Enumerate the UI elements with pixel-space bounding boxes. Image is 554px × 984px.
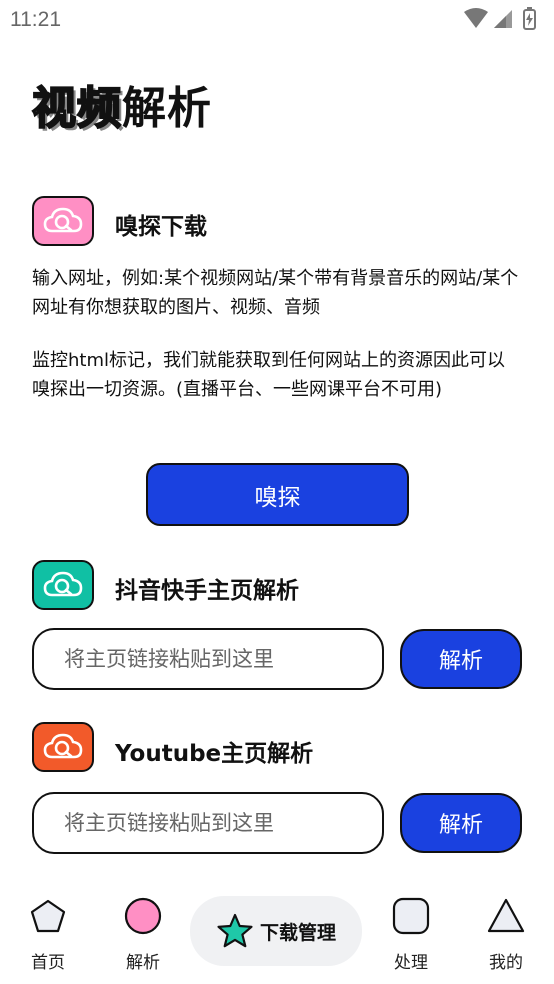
- cloud-search-icon: [32, 560, 94, 610]
- page-title-outline: 视频: [31, 82, 122, 135]
- status-icons: [462, 6, 542, 32]
- rounded-square-icon: [391, 896, 431, 936]
- page-title-solid: 解析: [122, 83, 212, 134]
- cloud-search-icon: [32, 722, 94, 772]
- bottom-navigation: 首页 解析 下载管理 处理 我的: [0, 880, 554, 984]
- nav-download-manager[interactable]: 下载管理: [190, 896, 362, 966]
- circle-icon: [123, 896, 163, 936]
- sniff-description-1: 输入网址，例如:某个视频网站/某个带有背景音乐的网站/某个网址有你想获取的图片、…: [32, 268, 519, 318]
- sniff-description-2: 监控html标记，我们就能获取到任何网站上的资源因此可以嗅探出一切资源。(直播平…: [32, 350, 505, 400]
- pentagon-icon: [29, 896, 67, 936]
- douyin-url-input[interactable]: [62, 646, 382, 672]
- nav-home-label: 首页: [31, 953, 65, 973]
- nav-parse[interactable]: 解析: [103, 880, 183, 980]
- nav-download-label: 下载管理: [259, 921, 336, 944]
- battery-icon: [523, 7, 536, 30]
- status-time: 11:21: [10, 8, 61, 31]
- signal-icon: [494, 10, 512, 28]
- nav-process-label: 处理: [394, 953, 428, 973]
- douyin-url-input-box[interactable]: [32, 628, 384, 690]
- douyin-section-title: 抖音快手主页解析: [115, 578, 299, 604]
- youtube-section-title: Youtube主页解析: [115, 741, 314, 767]
- star-icon: [216, 913, 254, 949]
- nav-mine-label: 我的: [489, 953, 523, 973]
- nav-process[interactable]: 处理: [371, 880, 451, 980]
- triangle-icon: [486, 896, 526, 936]
- nav-mine[interactable]: 我的: [466, 880, 546, 980]
- wifi-icon: [464, 8, 488, 28]
- youtube-url-input-box[interactable]: [32, 792, 384, 854]
- douyin-parse-button[interactable]: 解析: [400, 629, 522, 689]
- nav-parse-label: 解析: [126, 953, 160, 973]
- status-bar: 11:21: [0, 0, 554, 40]
- nav-home[interactable]: 首页: [8, 880, 88, 980]
- sniff-section-title: 嗅探下载: [115, 214, 207, 240]
- cloud-search-icon: [32, 196, 94, 246]
- youtube-url-input[interactable]: [62, 810, 382, 836]
- youtube-parse-button[interactable]: 解析: [400, 793, 522, 853]
- sniff-button[interactable]: 嗅探: [146, 463, 409, 526]
- page-title: 视频解析: [31, 72, 212, 136]
